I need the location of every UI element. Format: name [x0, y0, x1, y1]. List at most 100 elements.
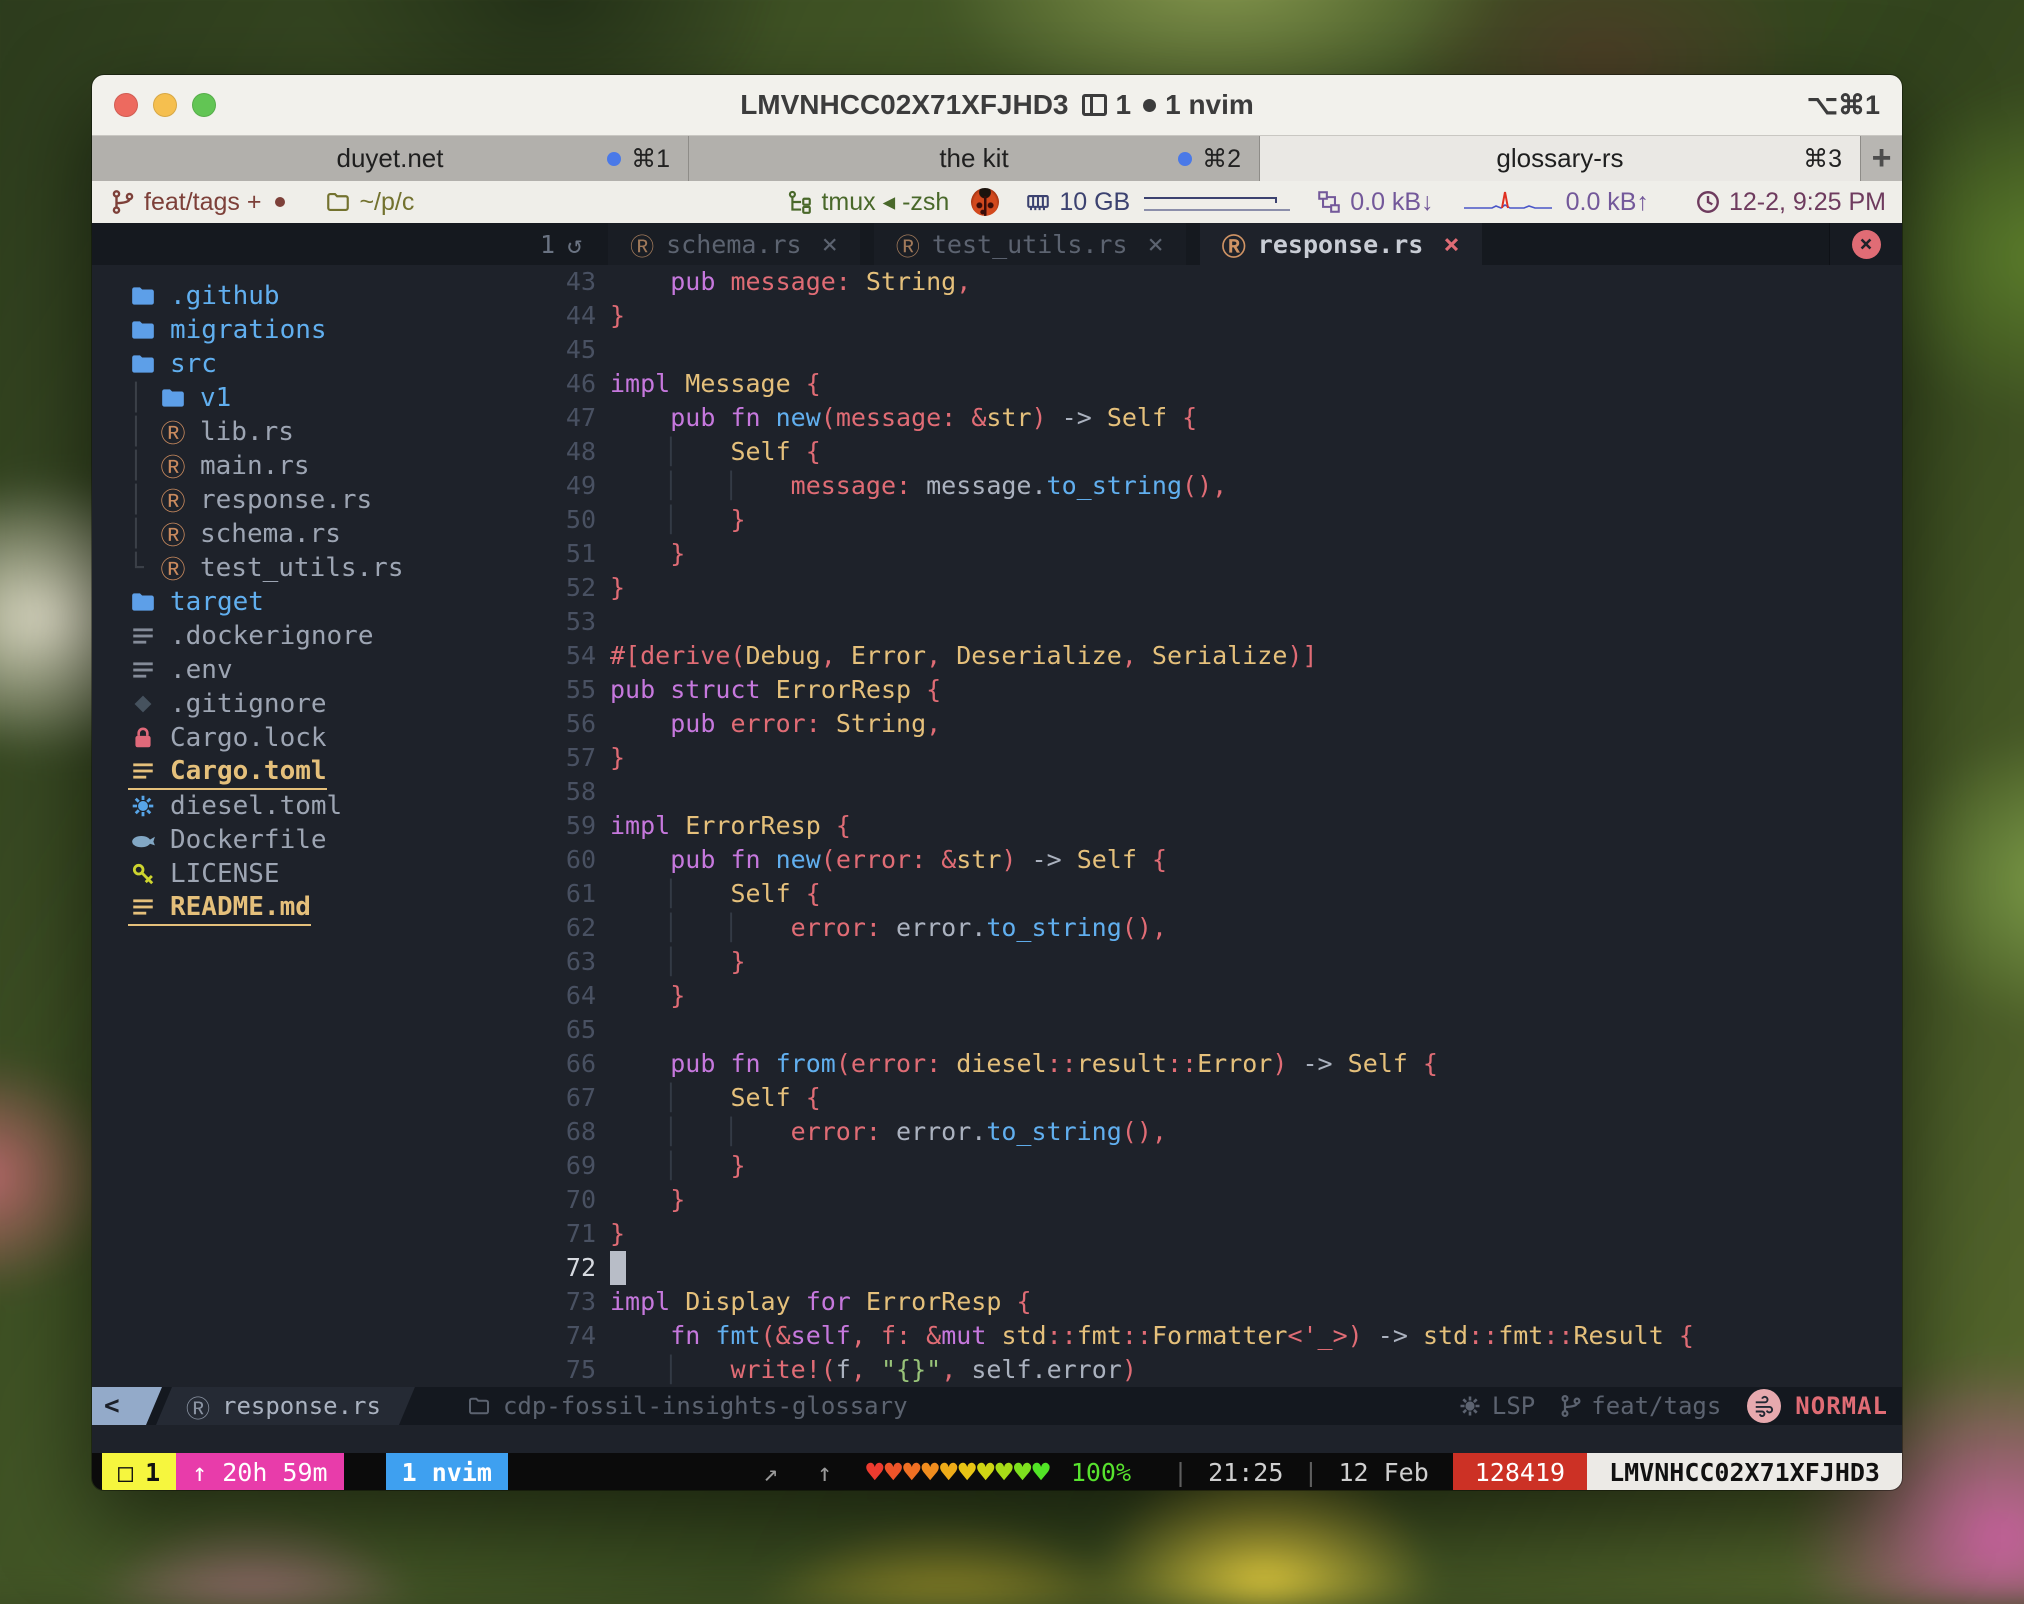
code-text: [610, 1251, 626, 1285]
code-text: fn fmt(&self, f: &mut std::fmt::Formatte…: [610, 1319, 1694, 1353]
tmux-count-label: 128419: [1475, 1458, 1565, 1487]
mode-indicator: NORMAL: [1747, 1389, 1888, 1423]
buffer-tab-label: test_utils.rs: [932, 230, 1128, 259]
tree-item--env[interactable]: .env: [92, 653, 532, 687]
window-shortcut: ⌥⌘1: [1807, 90, 1880, 121]
zoom-window-button[interactable]: [192, 93, 216, 117]
close-window-button[interactable]: [114, 93, 138, 117]
process-label: tmux ◂ -zsh: [821, 187, 949, 217]
tree-item-label: README.md: [170, 892, 311, 922]
clock-component: 12-2, 9:25 PM: [1695, 188, 1886, 217]
tree-item-test_utils-rs[interactable]: └Ⓡtest_utils.rs: [92, 551, 532, 585]
tree-item-label: .dockerignore: [170, 621, 374, 651]
buffer-tab-test_utils-rs[interactable]: Ⓡtest_utils.rs×: [874, 223, 1186, 265]
close-buffer-icon[interactable]: ×: [1443, 229, 1459, 260]
tree-item-label: v1: [200, 383, 231, 413]
tree-item-Cargo-toml[interactable]: Cargo.toml: [92, 755, 532, 789]
line-number: 55: [532, 673, 596, 707]
tab-activity-dot-icon: [1178, 152, 1192, 166]
tmux-session-segment[interactable]: 1 nvim: [386, 1453, 508, 1490]
statusline-project-label: cdp-fossil-insights-glossary: [503, 1392, 908, 1420]
line-number: 71: [532, 1217, 596, 1251]
close-buffer-icon[interactable]: ×: [1148, 229, 1164, 260]
terminal-window: LMVNHCC02X71XFJHD3 1 1 nvim ⌥⌘1 duyet.ne…: [92, 75, 1902, 1490]
list-icon: [128, 621, 158, 651]
tree-item-diesel-toml[interactable]: diesel.toml: [92, 789, 532, 823]
split-panes-icon: [1082, 94, 1107, 116]
statusline-back-segment: <: [92, 1387, 162, 1425]
code-editor[interactable]: 43 pub message: String,44}4546impl Messa…: [532, 265, 1902, 1387]
bufferline-tree-offset: [92, 223, 532, 265]
history-icon: ↺: [567, 230, 582, 259]
code-text: ▏ ▏ error: error.to_string(),: [610, 911, 1167, 945]
memory-label: 10 GB: [1059, 188, 1130, 217]
gear-icon: [128, 791, 158, 821]
tree-item--dockerignore[interactable]: .dockerignore: [92, 619, 532, 653]
square-icon: □: [118, 1458, 133, 1487]
buffer-tab-response-rs[interactable]: Ⓡresponse.rs×: [1200, 223, 1482, 265]
tree-item-README-md[interactable]: README.md: [92, 891, 532, 925]
tree-item-migrations[interactable]: migrations: [92, 313, 532, 347]
code-line-57: 57}: [532, 741, 1902, 775]
clock-label: 12-2, 9:25 PM: [1729, 188, 1886, 217]
memory-sparkline: [1142, 189, 1292, 215]
buffer-count-label: 1: [540, 230, 555, 259]
terminal-tab-glossary-rs[interactable]: glossary-rs⌘3: [1260, 136, 1861, 181]
code-line-47: 47 pub fn new(message: &str) -> Self {: [532, 401, 1902, 435]
line-number: 49: [532, 469, 596, 503]
folder-icon: [128, 281, 158, 311]
terminal-tab-the-kit[interactable]: the kit⌘2: [689, 136, 1260, 181]
code-text: impl ErrorResp {: [610, 809, 851, 843]
tree-item-src[interactable]: src: [92, 347, 532, 381]
tree-indent-guide: │: [128, 485, 158, 515]
close-buffer-icon[interactable]: ×: [822, 229, 838, 260]
terminal-status-bar: feat/tags + ~/p/c tmux ◂ -zsh 10 GB 0.0 …: [92, 181, 1902, 223]
tree-indent-guide: │: [128, 451, 158, 481]
tree-item-LICENSE[interactable]: LICENSE: [92, 857, 532, 891]
window-titlebar: LMVNHCC02X71XFJHD3 1 1 nvim ⌥⌘1: [92, 75, 1902, 136]
tree-item--github[interactable]: .github: [92, 279, 532, 313]
heart-icon: ♥: [922, 1455, 940, 1489]
lock-icon: [128, 723, 158, 753]
tab-label: duyet.net: [337, 143, 444, 174]
tab-shortcut: ⌘1: [631, 144, 670, 174]
tree-item-content: src: [128, 349, 217, 379]
code-line-68: 68 ▏ ▏ error: error.to_string(),: [532, 1115, 1902, 1149]
tree-item-content: migrations: [128, 315, 327, 345]
minimize-window-button[interactable]: [153, 93, 177, 117]
gear-icon: [1458, 1394, 1482, 1418]
tree-indent-guide: └: [128, 553, 158, 583]
tree-item-v1[interactable]: │v1: [92, 381, 532, 415]
close-all-icon[interactable]: ×: [1852, 230, 1881, 259]
tmux-window-segment[interactable]: □ 1: [102, 1453, 176, 1490]
tree-item-label: diesel.toml: [170, 791, 342, 821]
network-up-component: 0.0 kB↑: [1566, 188, 1649, 217]
line-number: 72: [532, 1251, 596, 1285]
code-text: ▏ write!(f, "{}", self.error): [610, 1353, 1137, 1387]
tree-item--gitignore[interactable]: .gitignore: [92, 687, 532, 721]
tree-item-content: .gitignore: [128, 689, 327, 719]
tree-item-label: migrations: [170, 315, 327, 345]
code-line-60: 60 pub fn new(error: &str) -> Self {: [532, 843, 1902, 877]
tree-item-response-rs[interactable]: │Ⓡresponse.rs: [92, 483, 532, 517]
tree-item-main-rs[interactable]: │Ⓡmain.rs: [92, 449, 532, 483]
tree-item-Dockerfile[interactable]: Dockerfile: [92, 823, 532, 857]
battery-percent: 100%: [1071, 1458, 1131, 1487]
tree-item-target[interactable]: target: [92, 585, 532, 619]
tmux-session-label: 1 nvim: [402, 1458, 492, 1487]
tree-item-schema-rs[interactable]: │Ⓡschema.rs: [92, 517, 532, 551]
tab-label: the kit: [939, 143, 1008, 174]
tmux-host-segment: LMVNHCC02X71XFJHD3: [1587, 1453, 1902, 1490]
tab-bar: duyet.net ⌘1 the kit⌘2glossary-rs⌘3+: [92, 136, 1902, 181]
tree-item-lib-rs[interactable]: │Ⓡlib.rs: [92, 415, 532, 449]
line-number: 50: [532, 503, 596, 537]
line-number: 53: [532, 605, 596, 639]
code-line-61: 61 ▏ Self {: [532, 877, 1902, 911]
tmux-right-status: ↗ ↑ ♥♥♥♥♥♥♥♥♥♥ 100% | 21:25 | 12 Feb 128…: [763, 1453, 1902, 1490]
code-line-48: 48 ▏ Self {: [532, 435, 1902, 469]
new-tab-button[interactable]: +: [1861, 136, 1902, 181]
tree-item-content: .github: [128, 281, 280, 311]
terminal-tab-duyet-net[interactable]: duyet.net ⌘1: [92, 136, 689, 181]
buffer-tab-schema-rs[interactable]: Ⓡschema.rs×: [608, 223, 860, 265]
tree-item-Cargo-lock[interactable]: Cargo.lock: [92, 721, 532, 755]
